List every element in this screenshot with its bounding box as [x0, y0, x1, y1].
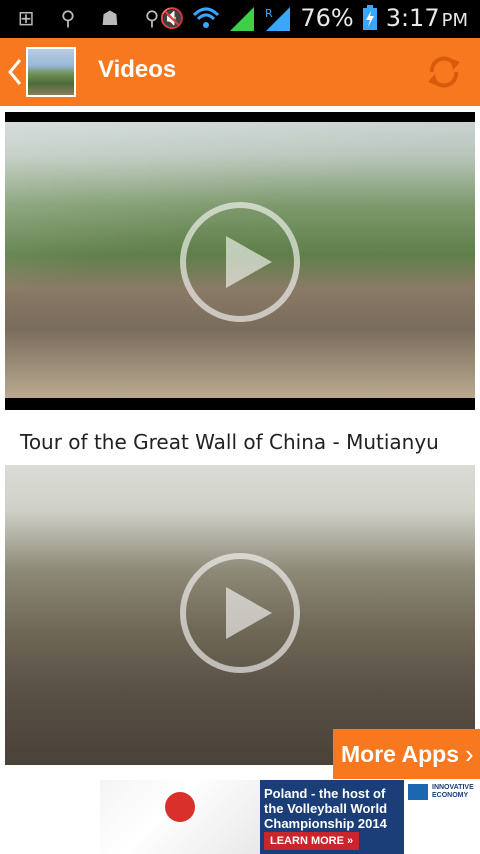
eu-flag-icon [408, 784, 428, 800]
page-title: Videos [98, 56, 177, 83]
video-item[interactable] [5, 112, 475, 410]
ad-artwork [0, 780, 100, 854]
more-apps-label: More Apps [341, 740, 459, 767]
play-icon[interactable] [180, 202, 300, 322]
video-title[interactable]: Tour of the Great Wall of China - Mutian… [20, 430, 439, 454]
battery-charging-icon [362, 5, 377, 30]
android-debug-icon: ☗ [101, 6, 119, 30]
sponsor-text: INNOVATIVE ECONOMY [432, 784, 474, 799]
volleyball-icon [165, 792, 195, 822]
mute-icon: 🔇 [159, 6, 185, 30]
status-bar: ⊞ ⚲ ☗ ⚲ 🔇 R 76% 3:17 PM [0, 0, 480, 38]
video-item[interactable] [5, 465, 475, 765]
clock: 3:17 PM [385, 4, 468, 32]
usb-icon: ⚲ [60, 6, 76, 30]
more-apps-button[interactable]: More Apps › [333, 729, 480, 779]
svg-text:R: R [265, 7, 273, 20]
play-icon[interactable] [180, 553, 300, 673]
system-indicators: 🔇 R 76% 3:17 PM [159, 4, 468, 32]
app-thumbnail[interactable] [26, 47, 76, 97]
ad-banner[interactable]: Poland - the host of the Volleyball Worl… [0, 780, 480, 854]
app-bar: Videos [0, 38, 480, 106]
battery-percent: 76% [300, 4, 354, 32]
learn-more-button[interactable]: LEARN MORE » [264, 832, 360, 850]
add-notification-icon: ⊞ [17, 6, 35, 30]
ad-sponsor-logos: INNOVATIVE ECONOMY [404, 780, 480, 854]
refresh-icon[interactable] [424, 52, 464, 92]
back-chevron-icon[interactable] [4, 56, 26, 88]
wifi-icon [193, 7, 220, 28]
notification-icons: ⊞ ⚲ ☗ ⚲ [14, 6, 164, 30]
signal-icon [230, 7, 255, 31]
chevron-right-icon: › [465, 738, 474, 769]
ad-headline: Poland - the host of the Volleyball Worl… [264, 786, 388, 831]
roaming-signal-icon: R [265, 7, 291, 31]
